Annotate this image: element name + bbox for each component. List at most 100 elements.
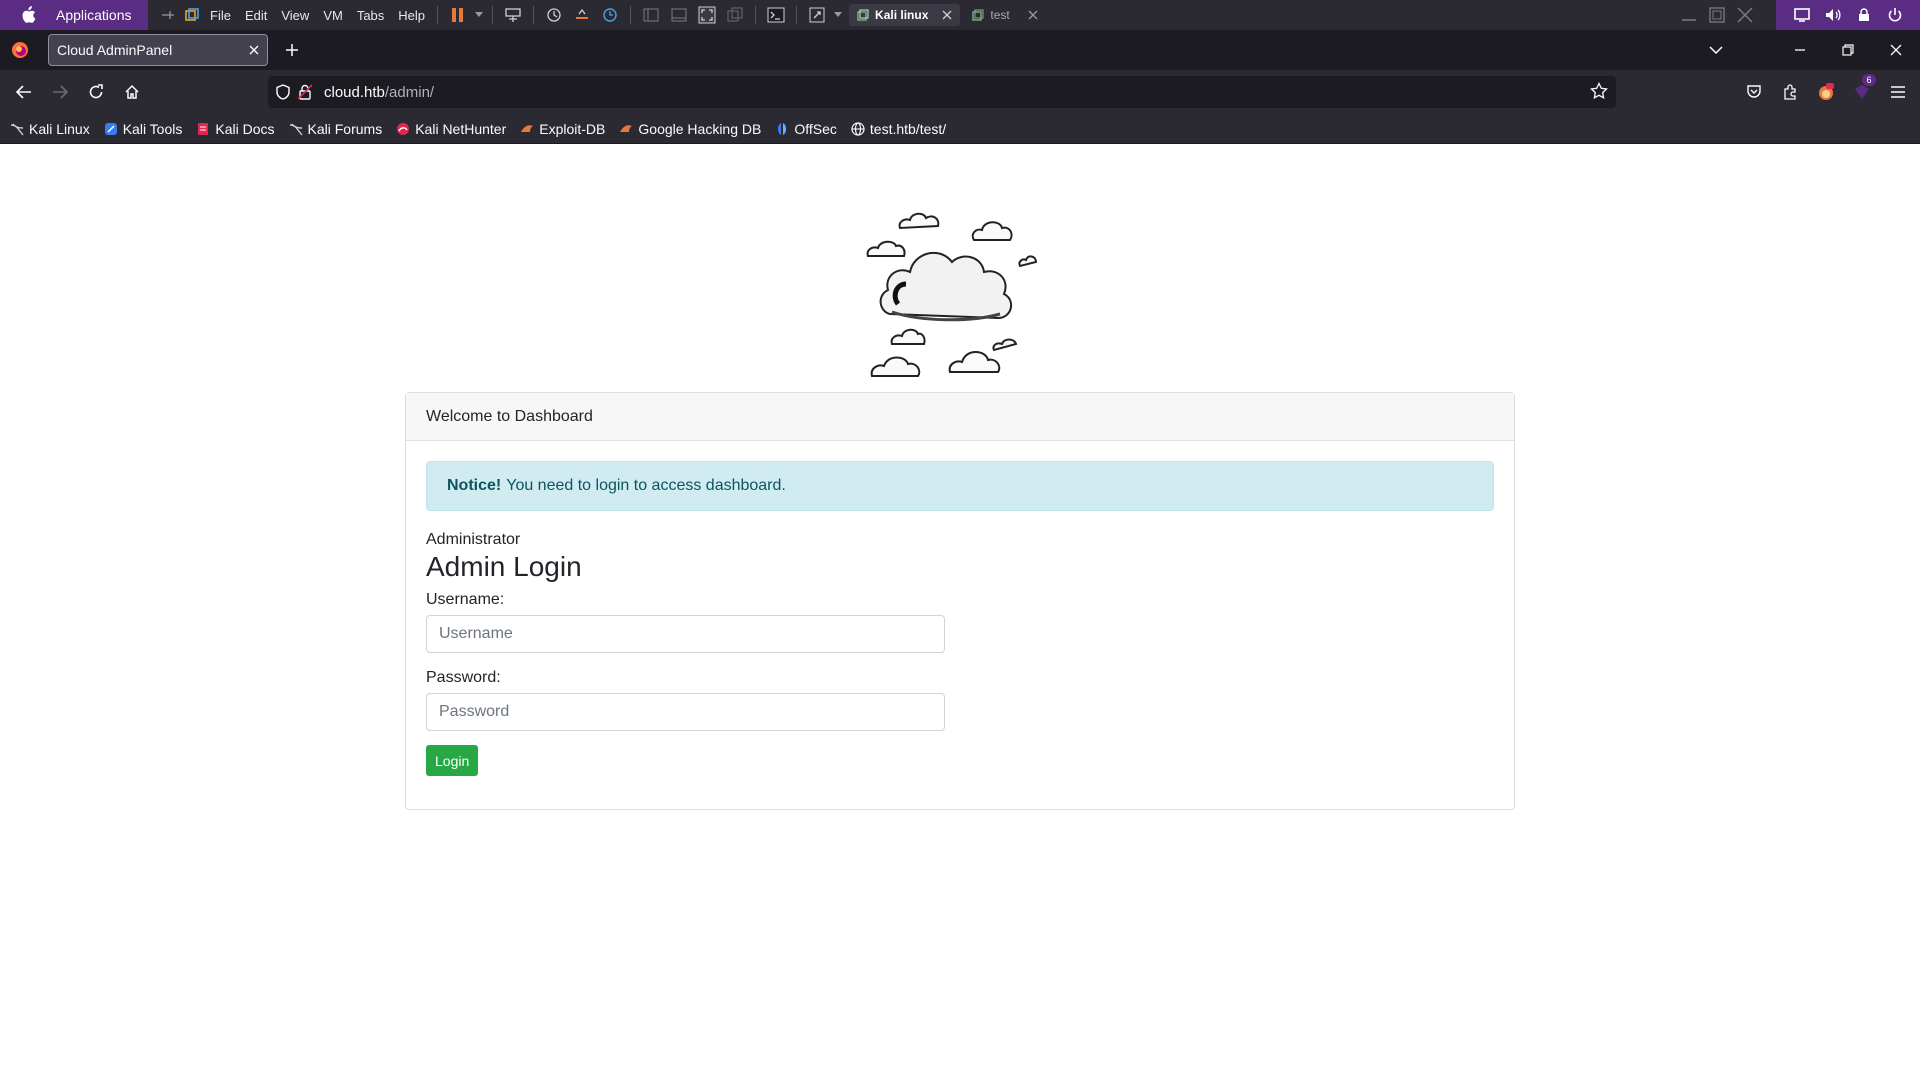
bookmark-kali-docs[interactable]: Kali Docs xyxy=(196,120,275,137)
app-menu-button[interactable] xyxy=(1880,70,1916,114)
bookmark-label: Kali Docs xyxy=(215,120,275,137)
close-icon[interactable] xyxy=(942,10,952,20)
reload-button[interactable] xyxy=(78,76,114,108)
extensions-button[interactable] xyxy=(1772,70,1808,114)
extension-button[interactable]: 6 xyxy=(1844,70,1880,114)
login-card: Welcome to Dashboard Notice! You need to… xyxy=(405,392,1515,810)
login-button[interactable]: Login xyxy=(426,745,479,776)
vmware-icon[interactable] xyxy=(182,0,202,30)
close-icon[interactable] xyxy=(1028,10,1038,20)
plus-icon xyxy=(286,44,298,56)
close-icon[interactable] xyxy=(1736,6,1754,24)
bookmark-label: Exploit-DB xyxy=(539,120,606,137)
tab-title: Cloud AdminPanel xyxy=(57,42,173,58)
menu-view[interactable]: View xyxy=(281,8,309,23)
password-input[interactable] xyxy=(426,693,945,731)
bookmark-test-htb[interactable]: test.htb/test/ xyxy=(851,121,946,137)
sidebar-icon[interactable] xyxy=(637,0,665,30)
offsec-icon xyxy=(775,122,789,136)
bookmark-kali-forums[interactable]: Kali Forums xyxy=(289,120,383,137)
url-text[interactable]: cloud.htb/admin/ xyxy=(324,84,434,101)
minimize-button[interactable] xyxy=(1776,30,1824,70)
separator xyxy=(630,6,632,24)
star-icon[interactable] xyxy=(1590,82,1608,100)
pause-icon[interactable] xyxy=(444,0,472,30)
chevron-down-icon[interactable] xyxy=(831,0,845,30)
pocket-button[interactable] xyxy=(1736,70,1772,114)
snapshot-manager-icon[interactable] xyxy=(596,0,624,30)
window-controls xyxy=(1696,30,1920,70)
vm-tab-kali[interactable]: Kali linux xyxy=(849,4,961,26)
back-button[interactable] xyxy=(6,76,42,108)
restore-button[interactable] xyxy=(1824,30,1872,70)
navigation-toolbar: cloud.htb/admin/ 6 xyxy=(0,70,1920,114)
thumbnail-bar-icon[interactable] xyxy=(665,0,693,30)
lock-insecure-icon[interactable] xyxy=(298,84,312,100)
volume-icon[interactable] xyxy=(1825,8,1841,22)
close-icon[interactable] xyxy=(249,45,259,55)
bookmark-offsec[interactable]: OffSec xyxy=(775,121,837,137)
display-icon[interactable] xyxy=(1793,8,1810,22)
exploit-db-icon xyxy=(520,122,534,136)
menu-help[interactable]: Help xyxy=(398,8,425,23)
home-icon xyxy=(125,84,139,99)
send-keys-icon[interactable] xyxy=(499,0,527,30)
apple-icon[interactable] xyxy=(0,6,56,24)
bookmark-label: Kali Linux xyxy=(29,120,90,137)
fullscreen-icon[interactable] xyxy=(693,0,721,30)
vm-tab-test[interactable]: test xyxy=(964,4,1045,26)
forward-button[interactable] xyxy=(42,76,78,108)
pin-icon[interactable] xyxy=(154,0,182,30)
menu-vm[interactable]: VM xyxy=(323,8,343,23)
applications-menu[interactable]: Applications xyxy=(56,7,132,23)
url-path: /admin/ xyxy=(384,83,435,101)
tracking-protection-icon[interactable] xyxy=(276,84,290,100)
globe-icon xyxy=(851,121,865,136)
lock-screen-icon[interactable] xyxy=(1856,8,1872,22)
bookmark-label: Google Hacking DB xyxy=(638,120,762,137)
foxyproxy-button[interactable] xyxy=(1808,70,1844,114)
stretch-icon[interactable] xyxy=(803,0,831,30)
chevron-down-icon[interactable] xyxy=(472,0,486,30)
unity-icon[interactable] xyxy=(721,0,749,30)
vm-system-menu: Applications xyxy=(0,0,148,30)
bookmark-kali-linux[interactable]: Kali Linux xyxy=(10,121,90,137)
card-header: Welcome to Dashboard xyxy=(406,393,1514,441)
url-bar[interactable]: cloud.htb/admin/ xyxy=(268,76,1616,108)
vm-tab-label: Kali linux xyxy=(875,8,929,22)
bookmark-kali-tools[interactable]: Kali Tools xyxy=(104,121,182,137)
home-button[interactable] xyxy=(114,76,150,108)
pocket-icon xyxy=(1747,85,1761,98)
bookmarks-toolbar: Kali Linux Kali Tools Kali Docs Kali For… xyxy=(0,114,1920,144)
chevron-down-icon xyxy=(1709,46,1723,54)
username-input[interactable] xyxy=(426,615,945,653)
puzzle-icon xyxy=(1784,84,1796,100)
alert-strong: Notice! xyxy=(447,477,502,494)
vm-tab-label: test xyxy=(990,8,1010,22)
snapshot-icon[interactable] xyxy=(540,0,568,30)
page-subtitle: Administrator xyxy=(426,531,521,548)
new-tab-button[interactable] xyxy=(274,34,310,66)
minimize-icon[interactable] xyxy=(1680,6,1698,24)
bookmark-google-hacking-db[interactable]: Google Hacking DB xyxy=(619,121,761,137)
menu-file[interactable]: File xyxy=(210,8,231,23)
menu-edit[interactable]: Edit xyxy=(245,8,267,23)
system-tray xyxy=(1776,0,1920,30)
separator xyxy=(533,6,535,24)
restore-icon[interactable] xyxy=(1708,6,1726,24)
bookmark-exploit-db[interactable]: Exploit-DB xyxy=(520,121,605,137)
power-icon[interactable] xyxy=(1887,7,1903,23)
page-title: Admin Login xyxy=(426,551,582,582)
bookmark-kali-nethunter[interactable]: Kali NetHunter xyxy=(396,121,506,137)
close-window-button[interactable] xyxy=(1872,30,1920,70)
arrow-right-icon xyxy=(53,85,68,99)
list-all-tabs-button[interactable] xyxy=(1696,30,1736,70)
bookmark-label: Kali Forums xyxy=(307,120,383,137)
browser-tab-active[interactable]: Cloud AdminPanel xyxy=(48,34,268,66)
revert-snapshot-icon[interactable] xyxy=(568,0,596,30)
extension-badge: 6 xyxy=(1862,74,1876,86)
separator xyxy=(796,6,798,24)
menu-tabs[interactable]: Tabs xyxy=(357,8,384,23)
card-body: Notice! You need to login to access dash… xyxy=(406,441,1514,796)
console-icon[interactable] xyxy=(762,0,790,30)
